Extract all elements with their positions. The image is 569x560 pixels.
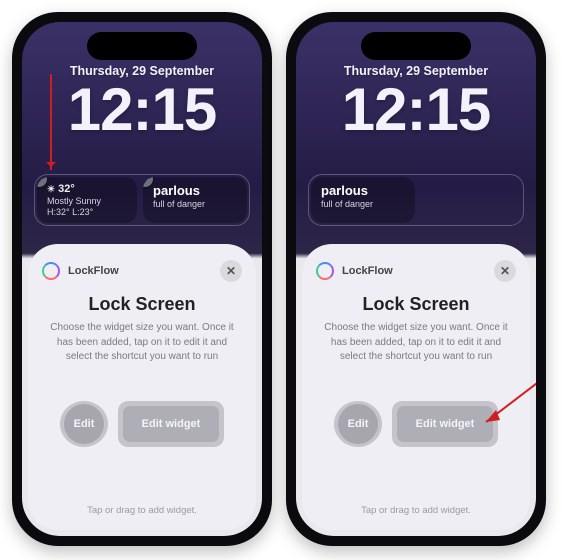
word-definition: full of danger xyxy=(321,199,405,210)
device-notch xyxy=(361,32,471,60)
word-widget[interactable]: − parlous full of danger xyxy=(143,177,247,223)
empty-widget-slot[interactable] xyxy=(421,177,521,223)
lock-time[interactable]: 12:15 xyxy=(296,80,536,140)
close-button[interactable]: ✕ xyxy=(220,260,242,282)
widget-size-wide[interactable]: Edit widget xyxy=(392,401,498,447)
sheet-title: Lock Screen xyxy=(316,294,516,315)
widget-size-small[interactable]: Edit xyxy=(60,401,108,447)
screen: Thursday, 29 September 12:15 parlous ful… xyxy=(296,22,536,536)
weather-widget[interactable]: − 32° Mostly Sunny H:32° L:23° xyxy=(37,177,137,223)
sun-icon xyxy=(47,183,58,195)
small-widget-label: Edit xyxy=(348,418,369,430)
widget-row[interactable]: parlous full of danger xyxy=(308,174,524,226)
device-notch xyxy=(87,32,197,60)
widget-size-wide[interactable]: Edit widget xyxy=(118,401,224,447)
wide-widget-label: Edit widget xyxy=(142,418,201,430)
widget-size-small[interactable]: Edit xyxy=(334,401,382,447)
remove-widget-button[interactable]: − xyxy=(37,177,47,187)
sheet-hint: Tap or drag to add widget. xyxy=(316,505,516,522)
sheet-app-name: LockFlow xyxy=(68,265,119,277)
widget-row[interactable]: − 32° Mostly Sunny H:32° L:23° − parlous… xyxy=(34,174,250,226)
wide-widget-label: Edit widget xyxy=(416,418,475,430)
phone-left: Thursday, 29 September 12:15 − 32° Mostl… xyxy=(12,12,272,546)
screen: Thursday, 29 September 12:15 − 32° Mostl… xyxy=(22,22,262,536)
sheet-app-name: LockFlow xyxy=(342,265,393,277)
small-widget-label: Edit xyxy=(74,418,95,430)
sheet-description: Choose the widget size you want. Once it… xyxy=(42,321,242,365)
lockflow-app-icon xyxy=(42,262,60,280)
sheet-title: Lock Screen xyxy=(42,294,242,315)
word-term: parlous xyxy=(153,183,237,199)
widget-config-sheet: LockFlow ✕ Lock Screen Choose the widget… xyxy=(302,244,530,530)
weather-temp: 32° xyxy=(58,183,75,195)
lockflow-app-icon xyxy=(316,262,334,280)
word-definition: full of danger xyxy=(153,199,237,210)
sheet-hint: Tap or drag to add widget. xyxy=(42,505,242,522)
weather-condition: Mostly Sunny xyxy=(47,196,127,207)
close-button[interactable]: ✕ xyxy=(494,260,516,282)
word-widget[interactable]: parlous full of danger xyxy=(311,177,415,223)
widget-config-sheet: LockFlow ✕ Lock Screen Choose the widget… xyxy=(28,244,256,530)
remove-widget-button[interactable]: − xyxy=(143,177,153,187)
word-term: parlous xyxy=(321,183,405,199)
weather-hilo: H:32° L:23° xyxy=(47,207,127,218)
sheet-description: Choose the widget size you want. Once it… xyxy=(316,321,516,365)
phone-right: Thursday, 29 September 12:15 parlous ful… xyxy=(286,12,546,546)
lock-time[interactable]: 12:15 xyxy=(22,80,262,140)
